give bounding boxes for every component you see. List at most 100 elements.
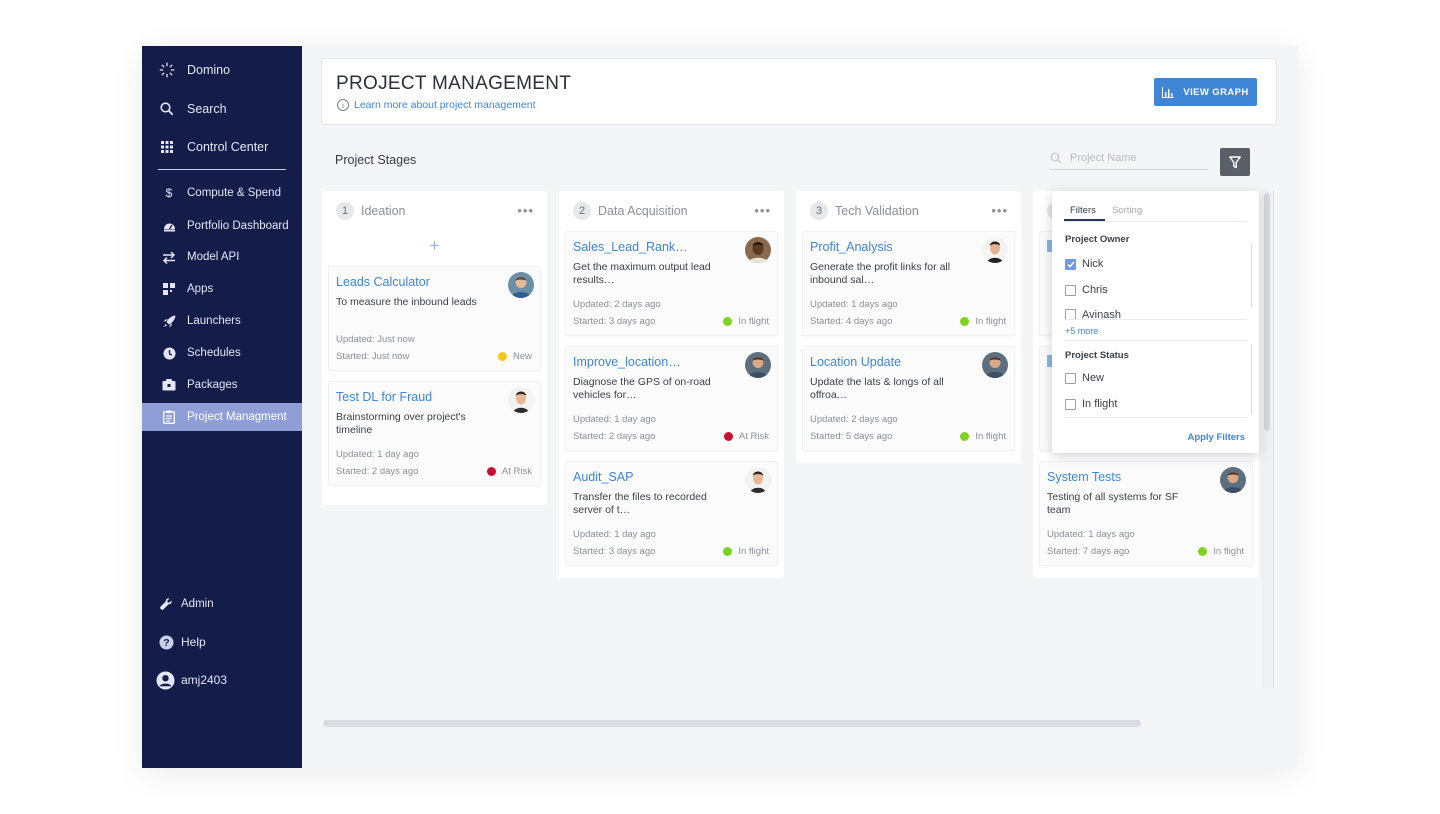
more-options-icon[interactable]: •••: [517, 204, 534, 217]
app-window: Domino Search Control Center $ Compute &…: [142, 46, 1298, 768]
help-icon: ?: [158, 634, 174, 650]
status-badge: In flight: [960, 316, 1006, 327]
card-started: Started: 7 days ago: [1047, 546, 1130, 557]
vertical-scrollbar-thumb[interactable]: [1264, 193, 1270, 431]
owner-label: Nick: [1082, 258, 1104, 270]
status-option-in-flight[interactable]: In flight: [1065, 398, 1117, 410]
card-title[interactable]: Test DL for Fraud: [336, 390, 486, 404]
status-label: In flight: [738, 546, 769, 557]
project-card[interactable]: Test DL for Fraud Brainstorming over pro…: [328, 381, 541, 486]
sidebar-item-search[interactable]: Search: [142, 95, 302, 123]
bar-chart-icon: [1162, 86, 1175, 98]
sidebar-item-project-managment[interactable]: Project Managment: [142, 403, 302, 431]
status-list-scrollbar[interactable]: [1251, 344, 1252, 414]
owner-list-scrollbar[interactable]: [1251, 243, 1252, 307]
card-title[interactable]: Sales_Lead_Rank…: [573, 240, 723, 254]
checkbox-icon[interactable]: [1065, 309, 1076, 319]
card-title[interactable]: Profit_Analysis: [810, 240, 960, 254]
tab-sorting[interactable]: Sorting: [1112, 205, 1142, 216]
dollar-icon: $: [165, 186, 173, 200]
sidebar-item-model-api[interactable]: Model API: [142, 243, 302, 271]
checkbox-icon[interactable]: [1065, 284, 1076, 296]
sidebar-item-apps[interactable]: Apps: [142, 275, 302, 303]
more-options-icon[interactable]: •••: [754, 204, 771, 217]
sidebar-item-admin[interactable]: Admin: [142, 590, 302, 618]
status-dot-icon: [723, 547, 733, 556]
card-description: Update the lats & longs of all offroa…: [810, 376, 944, 401]
card-description: Brainstorming over project's timeline: [336, 411, 466, 436]
view-graph-button[interactable]: VIEW GRAPH: [1154, 78, 1257, 106]
project-name-input[interactable]: [1070, 152, 1200, 164]
owner-option-chris[interactable]: Chris: [1065, 284, 1108, 296]
project-card[interactable]: Sales_Lead_Rank… Get the maximum output …: [565, 231, 778, 336]
horizontal-scrollbar-thumb[interactable]: [323, 720, 1141, 727]
apply-filters-button[interactable]: Apply Filters: [1187, 432, 1245, 443]
column-header: 2 Data Acquisition •••: [559, 191, 784, 231]
sidebar-item-packages[interactable]: Packages: [142, 371, 302, 399]
column-header: 1 Ideation •••: [322, 191, 547, 231]
card-title[interactable]: System Tests: [1047, 470, 1197, 484]
rocket-icon: [161, 313, 177, 329]
project-card[interactable]: System Tests Testing of all systems for …: [1039, 461, 1253, 566]
status-badge: In flight: [723, 316, 769, 327]
learn-more-link[interactable]: i Learn more about project management: [337, 99, 536, 111]
card-title[interactable]: Improve_location…: [573, 355, 723, 369]
card-description: Transfer the files to recorded server of…: [573, 491, 707, 516]
sidebar-item-help[interactable]: ? Help: [142, 628, 302, 656]
card-title[interactable]: Audit_SAP: [573, 470, 723, 484]
card-started: Started: 5 days ago: [810, 431, 893, 442]
grid-icon: [159, 139, 175, 155]
user-avatar-icon: [156, 671, 175, 690]
project-status-heading: Project Status: [1065, 350, 1129, 361]
more-options-icon[interactable]: •••: [991, 204, 1008, 217]
status-dot-icon: [723, 432, 733, 441]
sidebar-item-launchers[interactable]: Launchers: [142, 307, 302, 335]
project-card[interactable]: Leads Calculator To measure the inbound …: [328, 266, 541, 371]
card-started: Started: 3 days ago: [573, 546, 656, 557]
checkbox-checked-icon[interactable]: [1065, 258, 1076, 270]
tab-filters[interactable]: Filters: [1070, 205, 1096, 216]
project-card[interactable]: Location Update Update the lats & longs …: [802, 346, 1015, 451]
checkbox-icon[interactable]: [1065, 398, 1076, 410]
sidebar-item-label: Packages: [187, 379, 238, 391]
search-icon: [1050, 152, 1062, 164]
project-card[interactable]: Audit_SAP Transfer the files to recorded…: [565, 461, 778, 566]
owner-label: Chris: [1082, 284, 1108, 296]
add-project-button[interactable]: +: [322, 231, 547, 261]
stage-column-ideation: 1 Ideation ••• + Leads Calculator To mea…: [322, 191, 547, 505]
filter-button[interactable]: [1220, 148, 1250, 176]
status-option-new[interactable]: New: [1065, 372, 1104, 384]
stage-number: 3: [810, 202, 828, 220]
card-started: Started: Just now: [336, 351, 410, 362]
sidebar-divider: [158, 169, 286, 170]
status-list-divider: [1064, 417, 1247, 418]
avatar: [508, 387, 534, 413]
filter-funnel-icon: [1229, 155, 1241, 168]
avatar: [745, 467, 771, 493]
sidebar-item-label: Search: [187, 102, 227, 116]
owner-option-avinash[interactable]: Avinash: [1065, 309, 1121, 319]
status-badge: New: [497, 351, 532, 362]
sidebar-item-control-center[interactable]: Control Center: [142, 133, 302, 161]
sidebar-item-user[interactable]: amj2403: [142, 666, 302, 694]
stage-column-tech-validation: 3 Tech Validation ••• Profit_Analysis Ge…: [796, 191, 1021, 463]
project-card[interactable]: Profit_Analysis Generate the profit link…: [802, 231, 1015, 336]
card-description: Get the maximum output lead results…: [573, 261, 711, 286]
owner-list-divider: [1064, 319, 1247, 320]
status-badge: At Risk: [486, 466, 532, 477]
sidebar-item-portfolio-dashboard[interactable]: Portfolio Dashboard: [142, 212, 302, 240]
checkbox-icon[interactable]: [1065, 372, 1076, 384]
stage-name: Tech Validation: [835, 204, 919, 218]
section-divider: [1064, 340, 1247, 341]
status-label: At Risk: [738, 431, 769, 442]
avatar: [745, 352, 771, 378]
owner-option-nick[interactable]: Nick: [1065, 258, 1103, 270]
sidebar-item-compute-spend[interactable]: $ Compute & Spend: [142, 179, 302, 207]
card-title[interactable]: Leads Calculator: [336, 275, 486, 289]
card-title[interactable]: Location Update: [810, 355, 960, 369]
show-more-owners-link[interactable]: +5 more: [1065, 326, 1098, 336]
sidebar-item-schedules[interactable]: Schedules: [142, 339, 302, 367]
project-card[interactable]: Improve_location… Diagnose the GPS of on…: [565, 346, 778, 451]
sidebar-brand[interactable]: Domino: [142, 56, 302, 84]
status-label: New: [512, 351, 532, 362]
